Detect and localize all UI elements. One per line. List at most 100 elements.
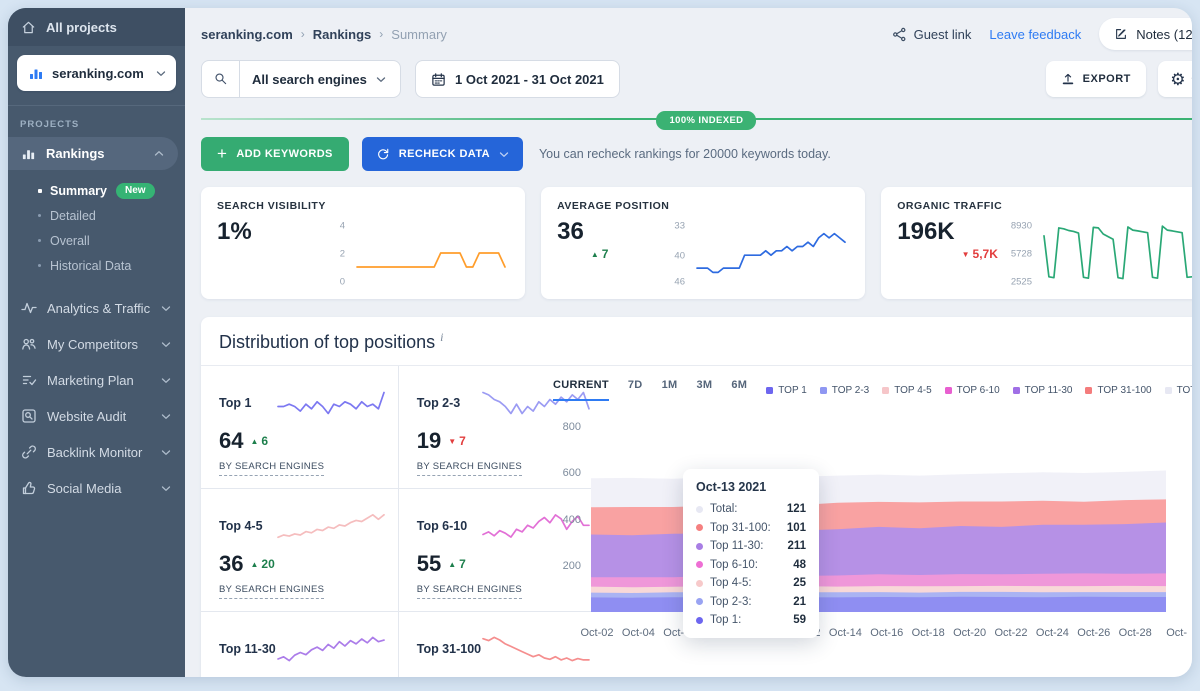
stat-cards-row: SEARCH VISIBILITY 1% 420 AVERAGE POSITIO… (201, 187, 1192, 299)
delta-up: ▲7 (591, 218, 609, 290)
tile-value: 36 (219, 551, 243, 577)
delta-down: ▼5,7K (962, 218, 998, 290)
y-axis-tick: 800 (553, 421, 581, 433)
tile-label: Top 11-30 (219, 642, 276, 656)
chevron-down-icon (161, 377, 171, 384)
tile-delta: ▼7 (448, 434, 466, 448)
x-axis-tick: Oct-04 (622, 627, 655, 639)
card-value: 196K (897, 218, 954, 290)
tab-7d[interactable]: 7D (628, 379, 643, 401)
tooltip-row-top-4-5: Top 4-5:25 (696, 577, 806, 589)
sidebar-item-my-competitors[interactable]: My Competitors (8, 326, 185, 362)
guest-link-label: Guest link (914, 27, 972, 42)
chevron-up-icon (154, 150, 164, 157)
sidebar-item-rankings[interactable]: Rankings (8, 137, 178, 170)
new-badge: New (116, 183, 155, 199)
breadcrumb: seranking.com › Rankings › Summary (201, 27, 447, 42)
top-bar: seranking.com › Rankings › Summary Guest… (201, 14, 1192, 54)
sidebar-subitem-historical-data[interactable]: Historical Data (8, 253, 185, 278)
card-value: 36 (557, 218, 584, 290)
tab-1m[interactable]: 1M (662, 379, 678, 401)
sidebar-item-backlink-monitor[interactable]: Backlink Monitor (8, 434, 185, 470)
x-axis-tick: Oct-28 (1119, 627, 1152, 639)
rankings-label: Rankings (46, 146, 144, 161)
by-search-engines-link[interactable]: BY SEARCH ENGINES (417, 584, 522, 599)
tile-delta: ▲7 (448, 557, 466, 571)
legend-top-1[interactable]: TOP 1 (766, 385, 807, 396)
legend-top-6-10[interactable]: TOP 6-10 (945, 385, 1000, 396)
tile-value: 223 (219, 674, 256, 677)
export-label: EXPORT (1083, 73, 1131, 85)
x-axis-tick: Oct-26 (1077, 627, 1110, 639)
tab-3m[interactable]: 3M (696, 379, 712, 401)
sidebar-item-social-media[interactable]: Social Media (8, 470, 185, 506)
chevron-down-icon (161, 485, 171, 492)
tile-top-1: Top 164▲6BY SEARCH ENGINES (201, 366, 398, 488)
search-engines-select[interactable]: All search engines (201, 60, 401, 98)
notes-button[interactable]: Notes (12) (1099, 18, 1192, 50)
plus-icon: + (217, 145, 227, 162)
project-name: seranking.com (52, 66, 148, 81)
legend-top-31-100[interactable]: TOP 31-100 (1085, 385, 1151, 396)
organic-traffic-chart: 893057282525 (998, 216, 1192, 290)
by-search-engines-link[interactable]: BY SEARCH ENGINES (219, 584, 324, 599)
tile-sparkline (276, 503, 386, 549)
projects-section-label: PROJECTS (20, 119, 185, 130)
svg-text:46: 46 (675, 277, 686, 288)
breadcrumb-rankings[interactable]: Rankings (313, 27, 372, 42)
legend-top-2-3[interactable]: TOP 2-3 (820, 385, 869, 396)
svg-text:2525: 2525 (1011, 277, 1032, 288)
search-engines-value: All search engines (240, 72, 376, 87)
legend-total[interactable]: TOTAL (1165, 385, 1192, 396)
by-search-engines-link[interactable]: BY SEARCH ENGINES (219, 461, 324, 476)
position-tiles: Top 164▲6BY SEARCH ENGINESTop 2-319▼7BY … (201, 366, 537, 677)
leave-feedback-link[interactable]: Leave feedback (989, 27, 1081, 42)
chevron-down-icon (161, 449, 171, 456)
sidebar-item-website-audit[interactable]: Website Audit (8, 398, 185, 434)
by-search-engines-link[interactable]: BY SEARCH ENGINES (417, 461, 522, 476)
recheck-data-label: RECHECK DATA (399, 148, 490, 160)
x-axis-tick: Oct-16 (870, 627, 903, 639)
sidebar-subitem-summary[interactable]: SummaryNew (8, 178, 185, 203)
guest-link-button[interactable]: Guest link (892, 27, 972, 42)
date-range-picker[interactable]: 1 Oct 2021 - 31 Oct 2021 (415, 60, 620, 98)
x-axis-tick: Oct-14 (829, 627, 862, 639)
legend-swatch-icon (882, 387, 889, 394)
project-selector[interactable]: seranking.com (17, 55, 176, 91)
svg-text:2: 2 (340, 249, 345, 260)
tile-sparkline (276, 626, 386, 672)
legend-swatch-icon (766, 387, 773, 394)
up-arrow-icon: ▲ (591, 250, 599, 259)
breadcrumb-project[interactable]: seranking.com (201, 27, 293, 42)
export-button[interactable]: EXPORT (1046, 61, 1146, 97)
chevron-down-icon (376, 76, 386, 83)
card-label: ORGANIC TRAFFIC (897, 200, 1192, 212)
legend-top-4-5[interactable]: TOP 4-5 (882, 385, 931, 396)
svg-text:4: 4 (340, 221, 345, 232)
stacked-area-chart: Oct-13 2021 Total:121Top 31-100:101Top 1… (553, 413, 1192, 663)
sidebar-item-analytics-traffic[interactable]: Analytics & Traffic (8, 290, 185, 326)
chevron-down-icon (499, 151, 509, 158)
legend-top-11-30[interactable]: TOP 11-30 (1013, 385, 1073, 396)
rankings-icon (21, 146, 36, 161)
sidebar-subitem-detailed[interactable]: Detailed (8, 203, 185, 228)
sidebar-subitem-overall[interactable]: Overall (8, 228, 185, 253)
recheck-note: You can recheck rankings for 20000 keywo… (539, 147, 831, 161)
chevron-down-icon (161, 413, 171, 420)
x-axis-tick: Oct- (1166, 627, 1187, 639)
tile-value: 64 (219, 428, 243, 454)
upload-icon (1061, 72, 1075, 86)
calendar-icon (431, 72, 446, 87)
info-icon[interactable]: i (440, 330, 443, 344)
add-keywords-button[interactable]: + ADD KEYWORDS (201, 137, 349, 171)
svg-text:5728: 5728 (1011, 248, 1032, 259)
settings-button[interactable]: ⚙ (1158, 61, 1192, 97)
all-projects-link[interactable]: All projects (8, 8, 185, 46)
keywords-row: + ADD KEYWORDS RECHECK DATA You can rech… (201, 137, 1192, 171)
recheck-data-button[interactable]: RECHECK DATA (362, 137, 523, 171)
average-position-chart: 334046 (651, 216, 849, 290)
main-content: seranking.com › Rankings › Summary Guest… (185, 8, 1192, 677)
tab-current[interactable]: CURRENT (553, 379, 609, 401)
tab-6m[interactable]: 6M (731, 379, 747, 401)
sidebar-item-marketing-plan[interactable]: Marketing Plan (8, 362, 185, 398)
